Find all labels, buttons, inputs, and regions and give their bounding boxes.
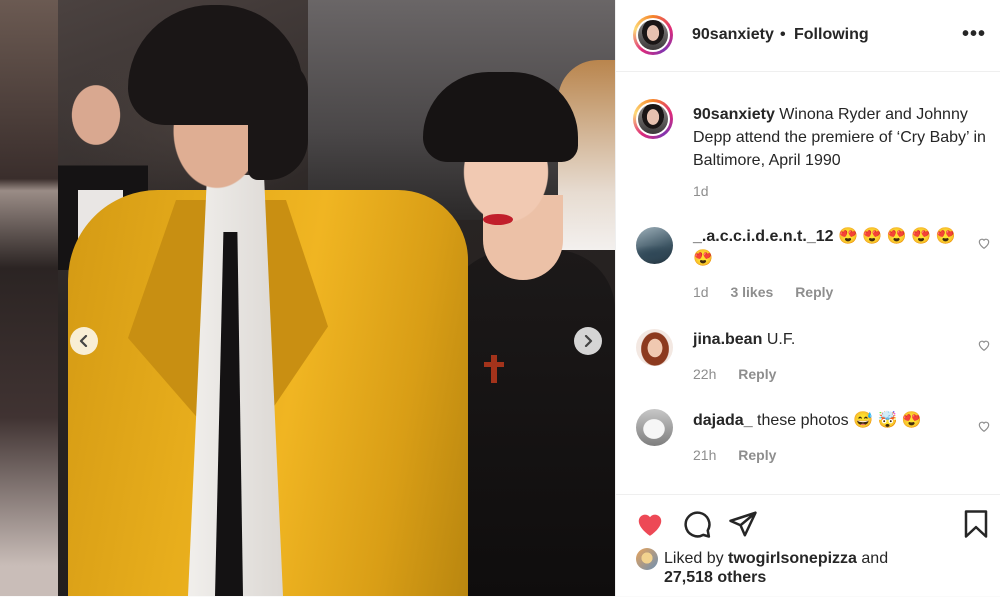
likes-count[interactable]: 27,518 others — [664, 569, 766, 587]
comment-text: U.F. — [766, 331, 796, 348]
post-photo — [58, 0, 615, 596]
photo-cross-necklace — [484, 355, 504, 383]
reply-button[interactable]: Reply — [738, 447, 776, 463]
comment-item: jina.bean U.F. — [693, 329, 963, 351]
bookmark-icon[interactable] — [961, 509, 991, 539]
comment-avatar[interactable] — [636, 329, 673, 366]
liked-by-suffix: and — [861, 550, 889, 567]
comment-like-heart-icon[interactable] — [977, 419, 991, 433]
photo-woman-dress — [443, 250, 615, 596]
comment-meta: 1d 3 likes Reply — [693, 284, 851, 300]
comment-time[interactable]: 1d — [693, 284, 709, 300]
liked-by: Liked by twogirlsonepizza and — [664, 548, 888, 569]
caption-timestamp[interactable]: 1d — [693, 183, 709, 199]
comment-username[interactable]: _.a.c.c.i.d.e.n.t._12 — [693, 228, 834, 245]
comment-like-heart-icon[interactable] — [977, 338, 991, 352]
caption: 90sanxiety Winona Ryder and Johnny Depp … — [693, 103, 993, 172]
previous-post-peek[interactable] — [0, 0, 58, 596]
more-options-icon[interactable]: ••• — [962, 23, 986, 46]
caption-avatar[interactable] — [633, 99, 673, 139]
comment-time[interactable]: 21h — [693, 447, 716, 463]
comment-bubble-icon[interactable] — [682, 509, 712, 539]
paper-plane-icon[interactable] — [728, 509, 758, 539]
liked-by-user[interactable]: twogirlsonepizza — [728, 550, 857, 567]
comment-likes[interactable]: 3 likes — [730, 284, 773, 300]
liked-by-avatar[interactable] — [636, 548, 658, 570]
post-header: 90sanxiety • Following ••• — [616, 0, 1000, 72]
comment-avatar[interactable] — [636, 409, 673, 446]
post-actions: Liked by twogirlsonepizza and 27,518 oth… — [616, 494, 1000, 597]
comment-time[interactable]: 22h — [693, 366, 716, 382]
previous-image-button[interactable] — [70, 327, 98, 355]
reply-button[interactable]: Reply — [738, 366, 776, 382]
comment-username[interactable]: jina.bean — [693, 331, 762, 348]
heart-filled-icon[interactable] — [635, 509, 665, 539]
liked-by-prefix: Liked by — [664, 550, 724, 567]
comment-item: dajada_ these photos 😅 🤯 😍 — [693, 410, 963, 432]
post-side-panel: 90sanxiety • Following ••• 90sanxiety Wi… — [615, 0, 1000, 596]
header-avatar[interactable] — [633, 15, 673, 55]
comment-item: _.a.c.c.i.d.e.n.t._12 😍 😍 😍 😍 😍 😍 — [693, 226, 963, 270]
comment-meta: 21h Reply — [693, 447, 794, 463]
next-image-button[interactable] — [574, 327, 602, 355]
reply-button[interactable]: Reply — [795, 284, 833, 300]
caption-username[interactable]: 90sanxiety — [693, 106, 775, 123]
chevron-right-icon — [584, 335, 593, 347]
comment-like-heart-icon[interactable] — [977, 236, 991, 250]
header-separator: • — [780, 26, 786, 43]
comment-meta: 22h Reply — [693, 366, 794, 382]
comment-text: these photos 😅 🤯 😍 — [757, 412, 922, 429]
following-button[interactable]: Following — [794, 26, 869, 44]
chevron-left-icon — [79, 335, 88, 347]
post-media[interactable] — [0, 0, 615, 596]
comment-avatar[interactable] — [636, 227, 673, 264]
comment-username[interactable]: dajada_ — [693, 412, 753, 429]
header-username[interactable]: 90sanxiety — [692, 26, 774, 44]
